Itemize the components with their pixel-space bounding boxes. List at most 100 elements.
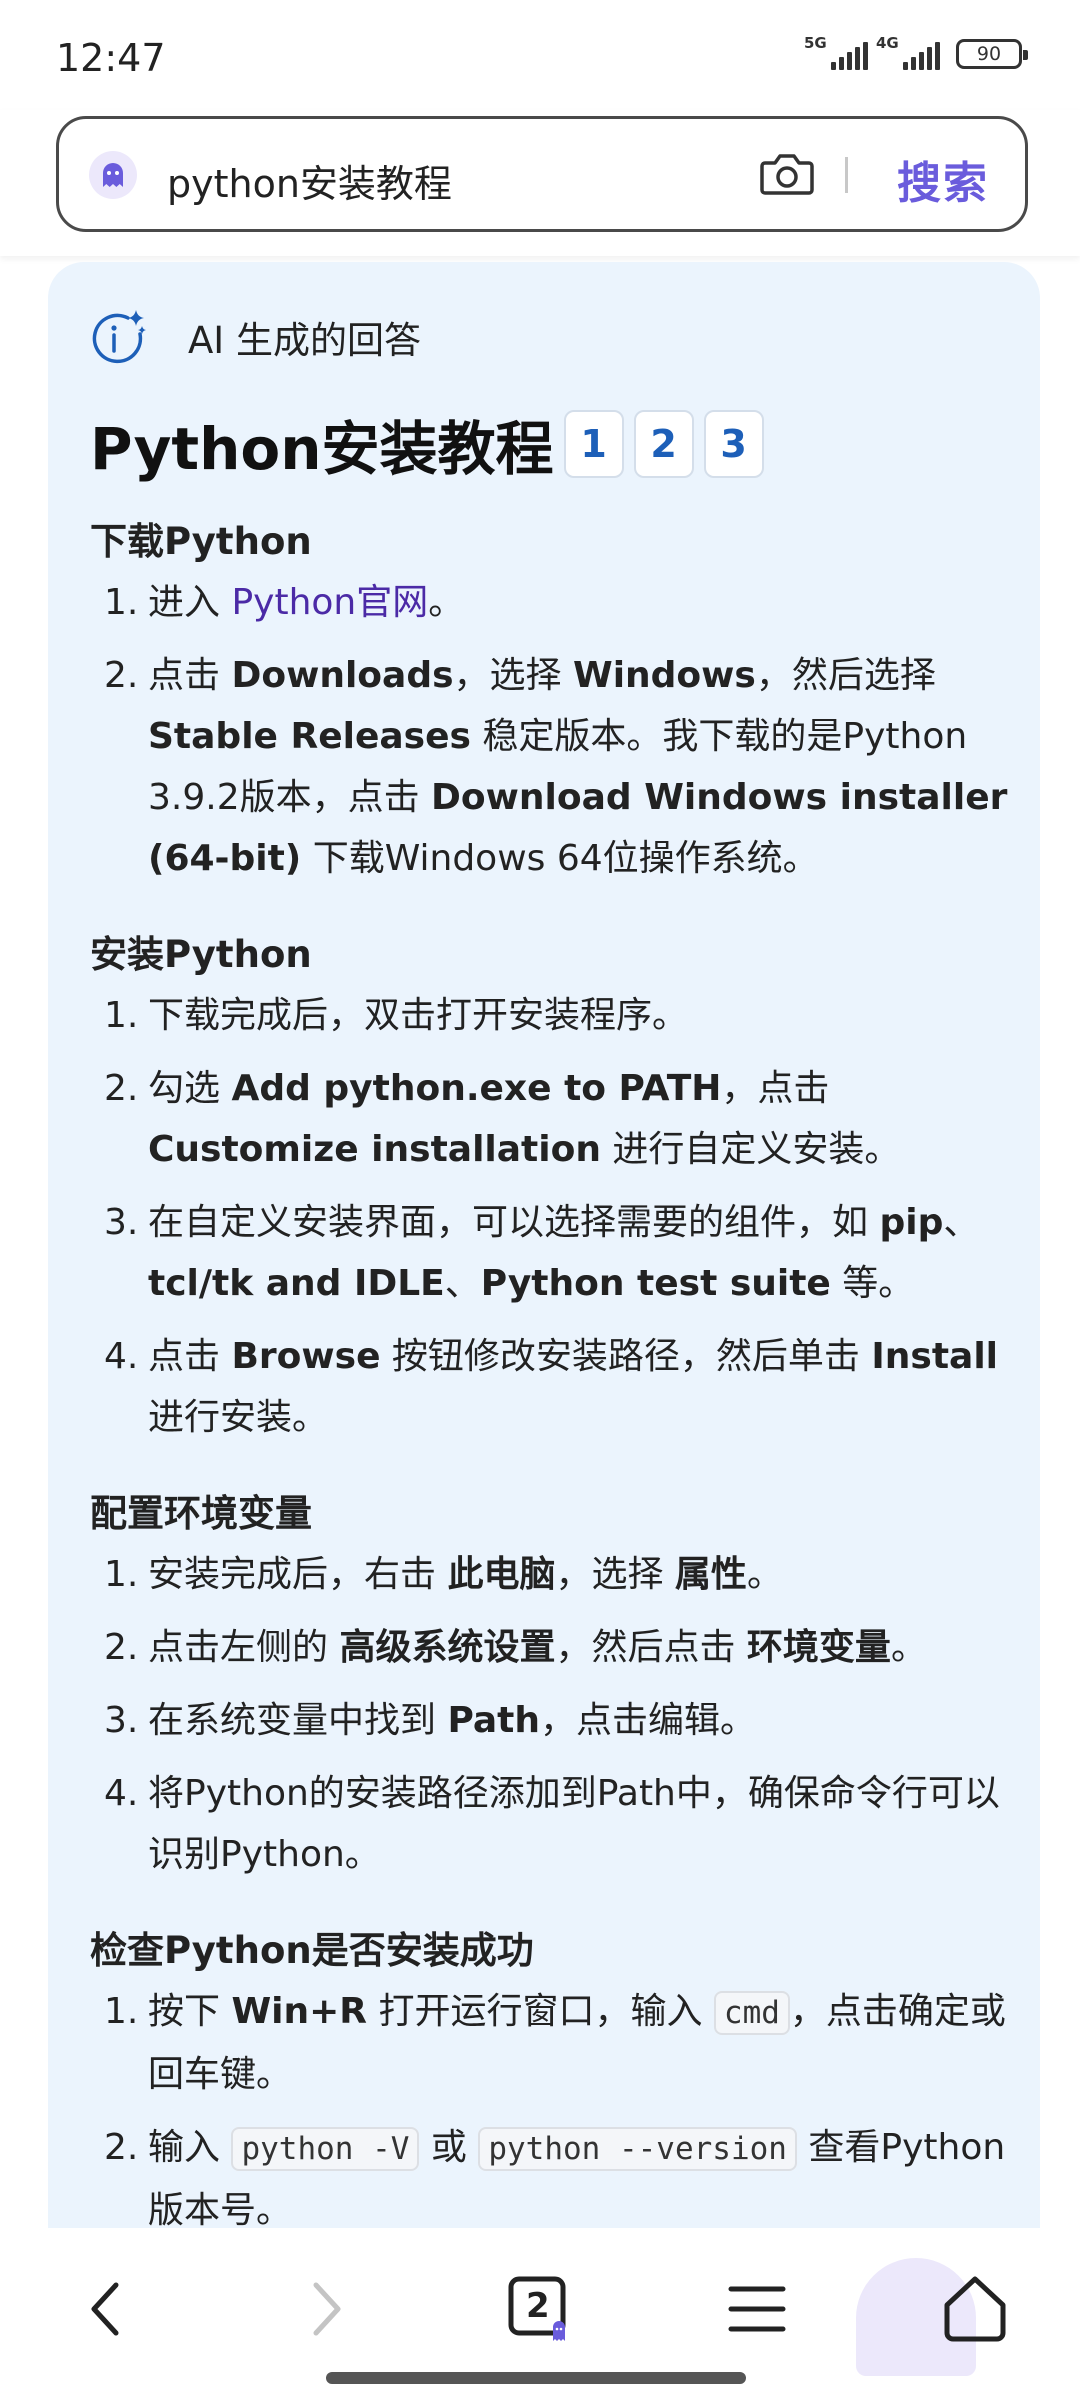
answer-title: Python安装教程 [90,415,554,483]
answer-section: 安装Python 1. 下载完成后，双击打开安装程序。 2. 勾选 Add python… [90,925,1020,1448]
step-bold-text: Customize installation [148,1129,601,1170]
step-bold-text: Browse [231,1336,381,1377]
answer-content: 下载Python 1. 进入 Python官网。 2. 点击 Downloads，选择 … [90,512,1020,2242]
step-text: 进行安装。 [148,1397,329,1438]
step-number: 4. [104,1336,139,1377]
search-box[interactable]: python安装教程 搜索 [56,116,1028,232]
forward-button[interactable] [280,2264,370,2354]
step-bold-text: tcl/tk and IDLE [148,1263,445,1304]
step-text: 。 [428,582,465,623]
step-number: 1. [104,1554,139,1595]
step-text: 、 [943,1202,980,1243]
step-text: ，选择 [453,655,573,696]
step-text: 打开运行窗口，输入 [367,1991,714,2032]
bottom-navigation: 2 [0,2228,1080,2400]
section-heading: 下载Python [90,520,312,563]
step-text: ，然后点击 [555,1627,747,1668]
step-text: 。 [890,1627,927,1668]
step-text: 在自定义安装界面，可以选择需要的组件，如 [148,1202,880,1243]
ai-answer-header: AI 生成的回答 [90,308,421,366]
status-time: 12:47 [56,36,166,80]
home-indicator[interactable] [326,2372,746,2384]
step-text: 下载Windows 64位操作系统。 [301,838,819,879]
reference-badge[interactable]: 3 [703,410,764,478]
step-text: 。 [746,1554,783,1595]
step-item: 2. 点击 Downloads，选择 Windows，然后选择 Stable Re… [90,645,1020,889]
step-text: ，点击编辑。 [540,1700,757,1741]
reference-badge[interactable]: 2 [633,410,694,478]
menu-icon [728,2286,786,2332]
inline-code: cmd [713,1991,790,2035]
step-number: 1. [104,995,139,1036]
battery-icon: 90 [956,39,1028,69]
home-icon [944,2276,1006,2342]
step-text: 进行自定义安装。 [600,1129,901,1170]
step-number: 1. [104,582,139,623]
answer-section: 下载Python 1. 进入 Python官网。 2. 点击 Downloads，选择 … [90,512,1020,889]
status-icons: 5G 4G 90 [804,34,1028,70]
reference-badge[interactable]: 1 [563,410,624,478]
step-item: 2. 勾选 Add python.exe to PATH，点击 Customize… [90,1058,1020,1180]
step-item: 4. 将Python的安装路径添加到Path中，确保命令行可以识别Python。 [90,1763,1020,1885]
step-list: 1. 按下 Win+R 打开运行窗口，输入 cmd ，点击确定或回车键。 2. 输入 p… [90,1981,1020,2241]
section-heading: 检查Python是否安装成功 [90,1929,534,1972]
step-item: 1. 安装完成后，右击 此电脑，选择 属性。 [90,1544,1020,1605]
step-bold-text: pip [879,1202,944,1243]
search-divider [845,157,848,193]
step-bold-text: Windows [572,655,756,696]
step-text: 下载完成后，双击打开安装程序。 [148,995,689,1036]
step-bold-text: Path [447,1700,541,1741]
step-number: 2. [104,655,139,696]
signal-5g-label: 5G [804,34,827,52]
camera-icon[interactable] [759,149,815,199]
signal-5g-icon: 5G [804,34,868,70]
step-bold-text: Install [871,1336,999,1377]
step-bold-text: 属性 [674,1554,747,1595]
step-bold-text: Python test suite [480,1263,831,1304]
battery-level: 90 [976,43,1002,65]
step-bold-text: 环境变量 [746,1627,891,1668]
step-number: 2. [104,1068,139,1109]
menu-button[interactable] [712,2264,802,2354]
step-text: 安装完成后，右击 [148,1554,448,1595]
step-item: 2. 点击左侧的 高级系统设置，然后点击 环境变量。 [90,1617,1020,1678]
step-bold-text: Win+R [231,1991,368,2032]
ai-answer-card: AI 生成的回答 Python安装教程 1 2 3 下载Python 1. 进入 P… [48,262,1040,2242]
inline-code: python --version [478,2127,797,2171]
step-item: 1. 按下 Win+R 打开运行窗口，输入 cmd ，点击确定或回车键。 [90,1981,1020,2105]
python-official-site-link[interactable]: Python官网 [231,582,428,623]
answer-section: 配置环境变量 1. 安装完成后，右击 此电脑，选择 属性。 2. 点击左侧的 高级系统设… [90,1484,1020,1885]
step-number: 4. [104,1773,139,1814]
step-text: 按钮修改安装路径，然后单击 [380,1336,872,1377]
step-text: 按下 [148,1991,232,2032]
step-item: 3. 在系统变量中找到 Path，点击编辑。 [90,1690,1020,1751]
forward-arrow-icon [313,2282,341,2336]
tabs-button[interactable]: 2 [496,2264,586,2354]
step-bold-text: 此电脑 [447,1554,556,1595]
ai-sparkle-icon [92,310,146,364]
signal-4g-label: 4G [876,34,899,52]
ghost-icon[interactable] [89,151,137,199]
back-button[interactable] [62,2264,152,2354]
search-input[interactable]: python安装教程 [167,153,452,208]
step-list: 1. 下载完成后，双击打开安装程序。 2. 勾选 Add python.exe to … [90,985,1020,1448]
step-number: 2. [104,2127,139,2168]
step-text: 等。 [830,1263,915,1304]
step-list: 1. 安装完成后，右击 此电脑，选择 属性。 2. 点击左侧的 高级系统设置，然后点击… [90,1544,1020,1885]
step-number: 1. [104,1991,139,2032]
step-number: 3. [104,1202,139,1243]
ai-answer-label: AI 生成的回答 [188,319,421,362]
section-heading: 安装Python [90,933,312,976]
search-button[interactable]: 搜索 [897,147,989,211]
step-text: ，然后选择 [755,655,936,696]
step-text: 在系统变量中找到 [148,1700,448,1741]
step-item: 1. 进入 Python官网。 [90,572,1020,633]
step-text: ，选择 [555,1554,675,1595]
step-text: 勾选 [148,1068,232,1109]
home-button[interactable] [930,2264,1020,2354]
step-text: 点击 [148,655,232,696]
step-item: 1. 下载完成后，双击打开安装程序。 [90,985,1020,1046]
step-text: 、 [444,1263,481,1304]
back-arrow-icon [91,2282,119,2336]
step-item: 3. 在自定义安装界面，可以选择需要的组件，如 pip、tcl/tk and ID… [90,1192,1020,1314]
